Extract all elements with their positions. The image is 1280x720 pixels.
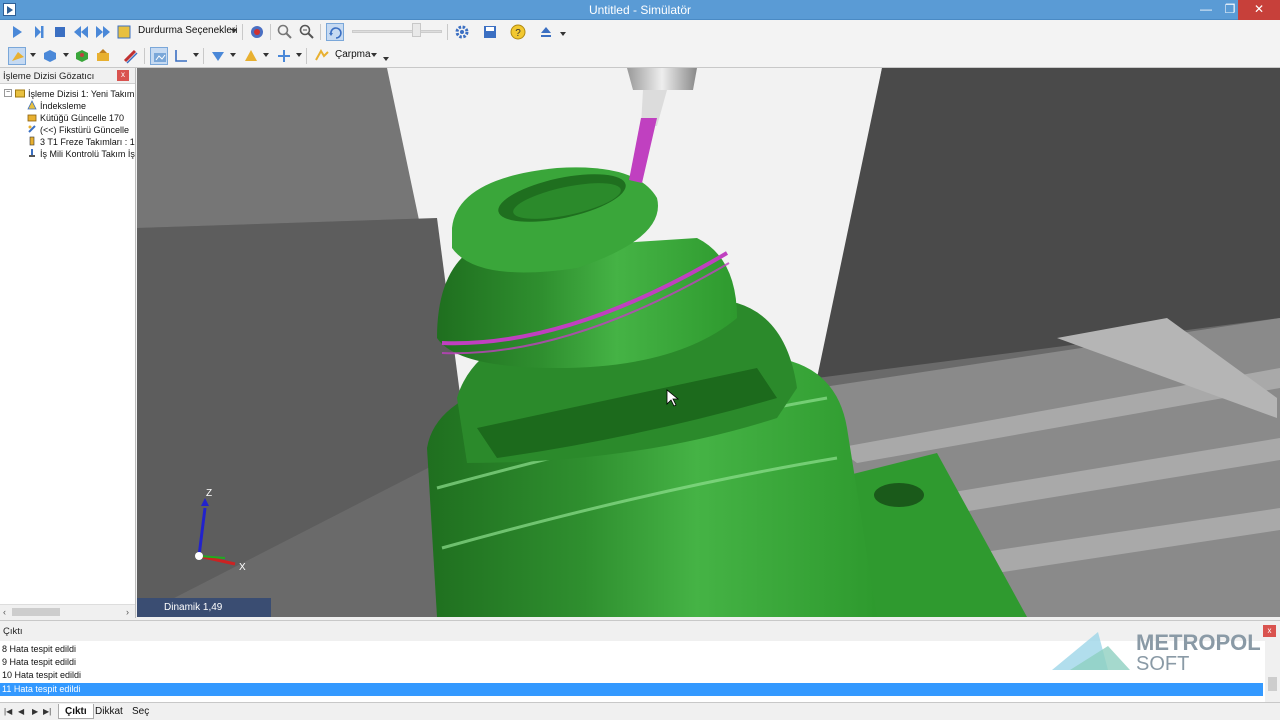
stock-icon <box>27 112 37 122</box>
window-title: Untitled - Simülatör <box>588 3 692 17</box>
output-panel-title: Çıktı <box>3 626 23 637</box>
sequence-icon <box>15 88 25 98</box>
tree-item-sequence[interactable]: İşleme Dizisi 1: Yeni Takım <box>15 88 134 100</box>
simulation-viewport[interactable] <box>137 68 1280 617</box>
next-tab-icon[interactable]: ▶ <box>32 707 38 716</box>
toolbar-overflow-icon[interactable] <box>560 32 566 36</box>
panel-header: İşleme Dizisi Gözatıcı x <box>0 68 135 84</box>
logo-line2: SOFT <box>1136 653 1189 674</box>
chevron-down-icon[interactable] <box>230 53 236 57</box>
toolbar-separator <box>270 24 271 40</box>
last-tab-icon[interactable]: ▶| <box>43 707 51 716</box>
tool-icon <box>27 136 37 146</box>
output-tabbar: |◀ ◀ ▶ ▶| Çıktı Dikkat Seç <box>0 702 1280 720</box>
index-icon <box>27 100 37 110</box>
scrollbar-thumb[interactable] <box>1268 677 1277 691</box>
machine-wall <box>137 68 437 228</box>
compare-icon[interactable] <box>209 47 227 65</box>
toolbar-separator <box>320 24 321 40</box>
eject-icon[interactable] <box>537 23 555 41</box>
settings-icon[interactable] <box>453 23 471 41</box>
first-tab-icon[interactable]: |◀ <box>4 707 12 716</box>
spindle-icon <box>27 148 37 158</box>
toolbar-separator <box>242 24 243 40</box>
panel-title: İşleme Dizisi Gözatıcı <box>3 71 95 82</box>
tool-view-icon[interactable] <box>121 47 139 65</box>
stop-icon[interactable] <box>51 23 69 41</box>
tree-item-update-fixture[interactable]: (<<) Fikstürü Güncelle <box>27 124 129 136</box>
toolpath-view-icon[interactable] <box>150 47 168 65</box>
prev-tab-icon[interactable]: ◀ <box>18 707 24 716</box>
notes-icon[interactable] <box>115 23 133 41</box>
speed-slider-thumb[interactable] <box>412 23 421 37</box>
play-icon[interactable] <box>8 23 26 41</box>
axis-view-icon[interactable] <box>172 47 190 65</box>
step-icon[interactable] <box>30 23 48 41</box>
toolbar-separator <box>144 48 145 64</box>
tree-item-label: İş Mili Kontrolü Takım İş <box>40 149 135 159</box>
record-icon[interactable] <box>248 23 266 41</box>
chevron-down-icon[interactable] <box>296 53 302 57</box>
rotate-view-icon[interactable] <box>326 23 344 41</box>
view-toolbar: Çarpma <box>0 44 1280 68</box>
tree-item-spindle-control[interactable]: İş Mili Kontrolü Takım İş <box>27 148 135 160</box>
tree-item-indexing[interactable]: İndeksleme <box>27 100 86 112</box>
scroll-right-icon[interactable]: › <box>126 607 129 617</box>
output-row-selected[interactable]: 11 Hata tespit edildi <box>0 683 1263 696</box>
collision-icon[interactable] <box>313 47 331 65</box>
sequence-browser-panel: İşleme Dizisi Gözatıcı x − İşleme Dizisi… <box>0 68 136 618</box>
tab-warnings[interactable]: Dikkat <box>89 704 129 719</box>
chevron-down-icon[interactable] <box>263 53 269 57</box>
gouge-check-icon[interactable] <box>242 47 260 65</box>
machine-view-icon[interactable] <box>8 47 26 65</box>
chevron-down-icon[interactable] <box>193 53 199 57</box>
fast-forward-icon[interactable] <box>94 23 112 41</box>
scrollbar-thumb[interactable] <box>12 608 60 616</box>
part-view-icon[interactable] <box>73 47 91 65</box>
tree-item-label: İşleme Dizisi 1: Yeni Takım <box>28 89 135 99</box>
axis-z-label: Z <box>206 488 213 499</box>
spindle-holder <box>627 68 697 90</box>
tree-item-label: 3 T1 Freze Takımları : 1 <box>40 137 135 147</box>
tree-item-label: İndeksleme <box>40 101 87 111</box>
svg-text:?: ? <box>515 28 521 39</box>
save-icon[interactable] <box>481 23 499 41</box>
chevron-down-icon[interactable] <box>63 53 69 57</box>
horizontal-scrollbar[interactable]: ‹ › <box>0 604 135 618</box>
collision-dropdown[interactable]: Çarpma <box>335 49 371 60</box>
zoom-icon[interactable] <box>276 23 294 41</box>
close-button[interactable]: ✕ <box>1238 0 1280 20</box>
metropol-soft-logo: METROPOL SOFT <box>1052 630 1261 674</box>
tree-item-milling-tools[interactable]: 3 T1 Freze Takımları : 1 <box>27 136 135 148</box>
toolbar-overflow-icon[interactable] <box>383 57 389 61</box>
chevron-down-icon[interactable] <box>231 29 237 33</box>
toolbar-separator <box>306 48 307 64</box>
fixture-icon <box>27 124 37 134</box>
stop-options-dropdown[interactable]: Durdurma Seçenekleri <box>138 25 238 36</box>
title-bar: Untitled - Simülatör — ❐ ✕ <box>0 0 1280 20</box>
simulation-toolbar: Durdurma Seçenekleri ? <box>0 20 1280 44</box>
fixture-view-icon[interactable] <box>94 47 112 65</box>
chevron-down-icon[interactable] <box>30 53 36 57</box>
fixture-hole <box>874 483 924 507</box>
zoom-fit-icon[interactable] <box>298 23 316 41</box>
tree-item-label: Kütüğü Güncelle 170 <box>40 113 125 123</box>
axis-x-label: X <box>239 562 246 573</box>
stock-view-icon[interactable] <box>41 47 59 65</box>
help-icon[interactable]: ? <box>509 23 527 41</box>
tree-expander[interactable]: − <box>4 89 12 97</box>
rewind-icon[interactable] <box>72 23 90 41</box>
viewport-status: Dinamik 1,49 <box>137 598 271 617</box>
tree-item-label: (<<) Fikstürü Güncelle <box>40 125 130 135</box>
panel-close-button[interactable]: x <box>117 70 129 81</box>
speed-slider-track[interactable] <box>352 30 442 33</box>
tab-select[interactable]: Seç <box>126 704 155 719</box>
scroll-left-icon[interactable]: ‹ <box>3 607 6 617</box>
chevron-down-icon[interactable] <box>371 53 377 57</box>
toolbar-separator <box>203 48 204 64</box>
toolbar-separator <box>447 24 448 40</box>
tree-item-update-stock[interactable]: Kütüğü Güncelle 170 <box>27 112 124 124</box>
measure-icon[interactable] <box>275 47 293 65</box>
logo-line1: METROPOL <box>1136 630 1261 655</box>
